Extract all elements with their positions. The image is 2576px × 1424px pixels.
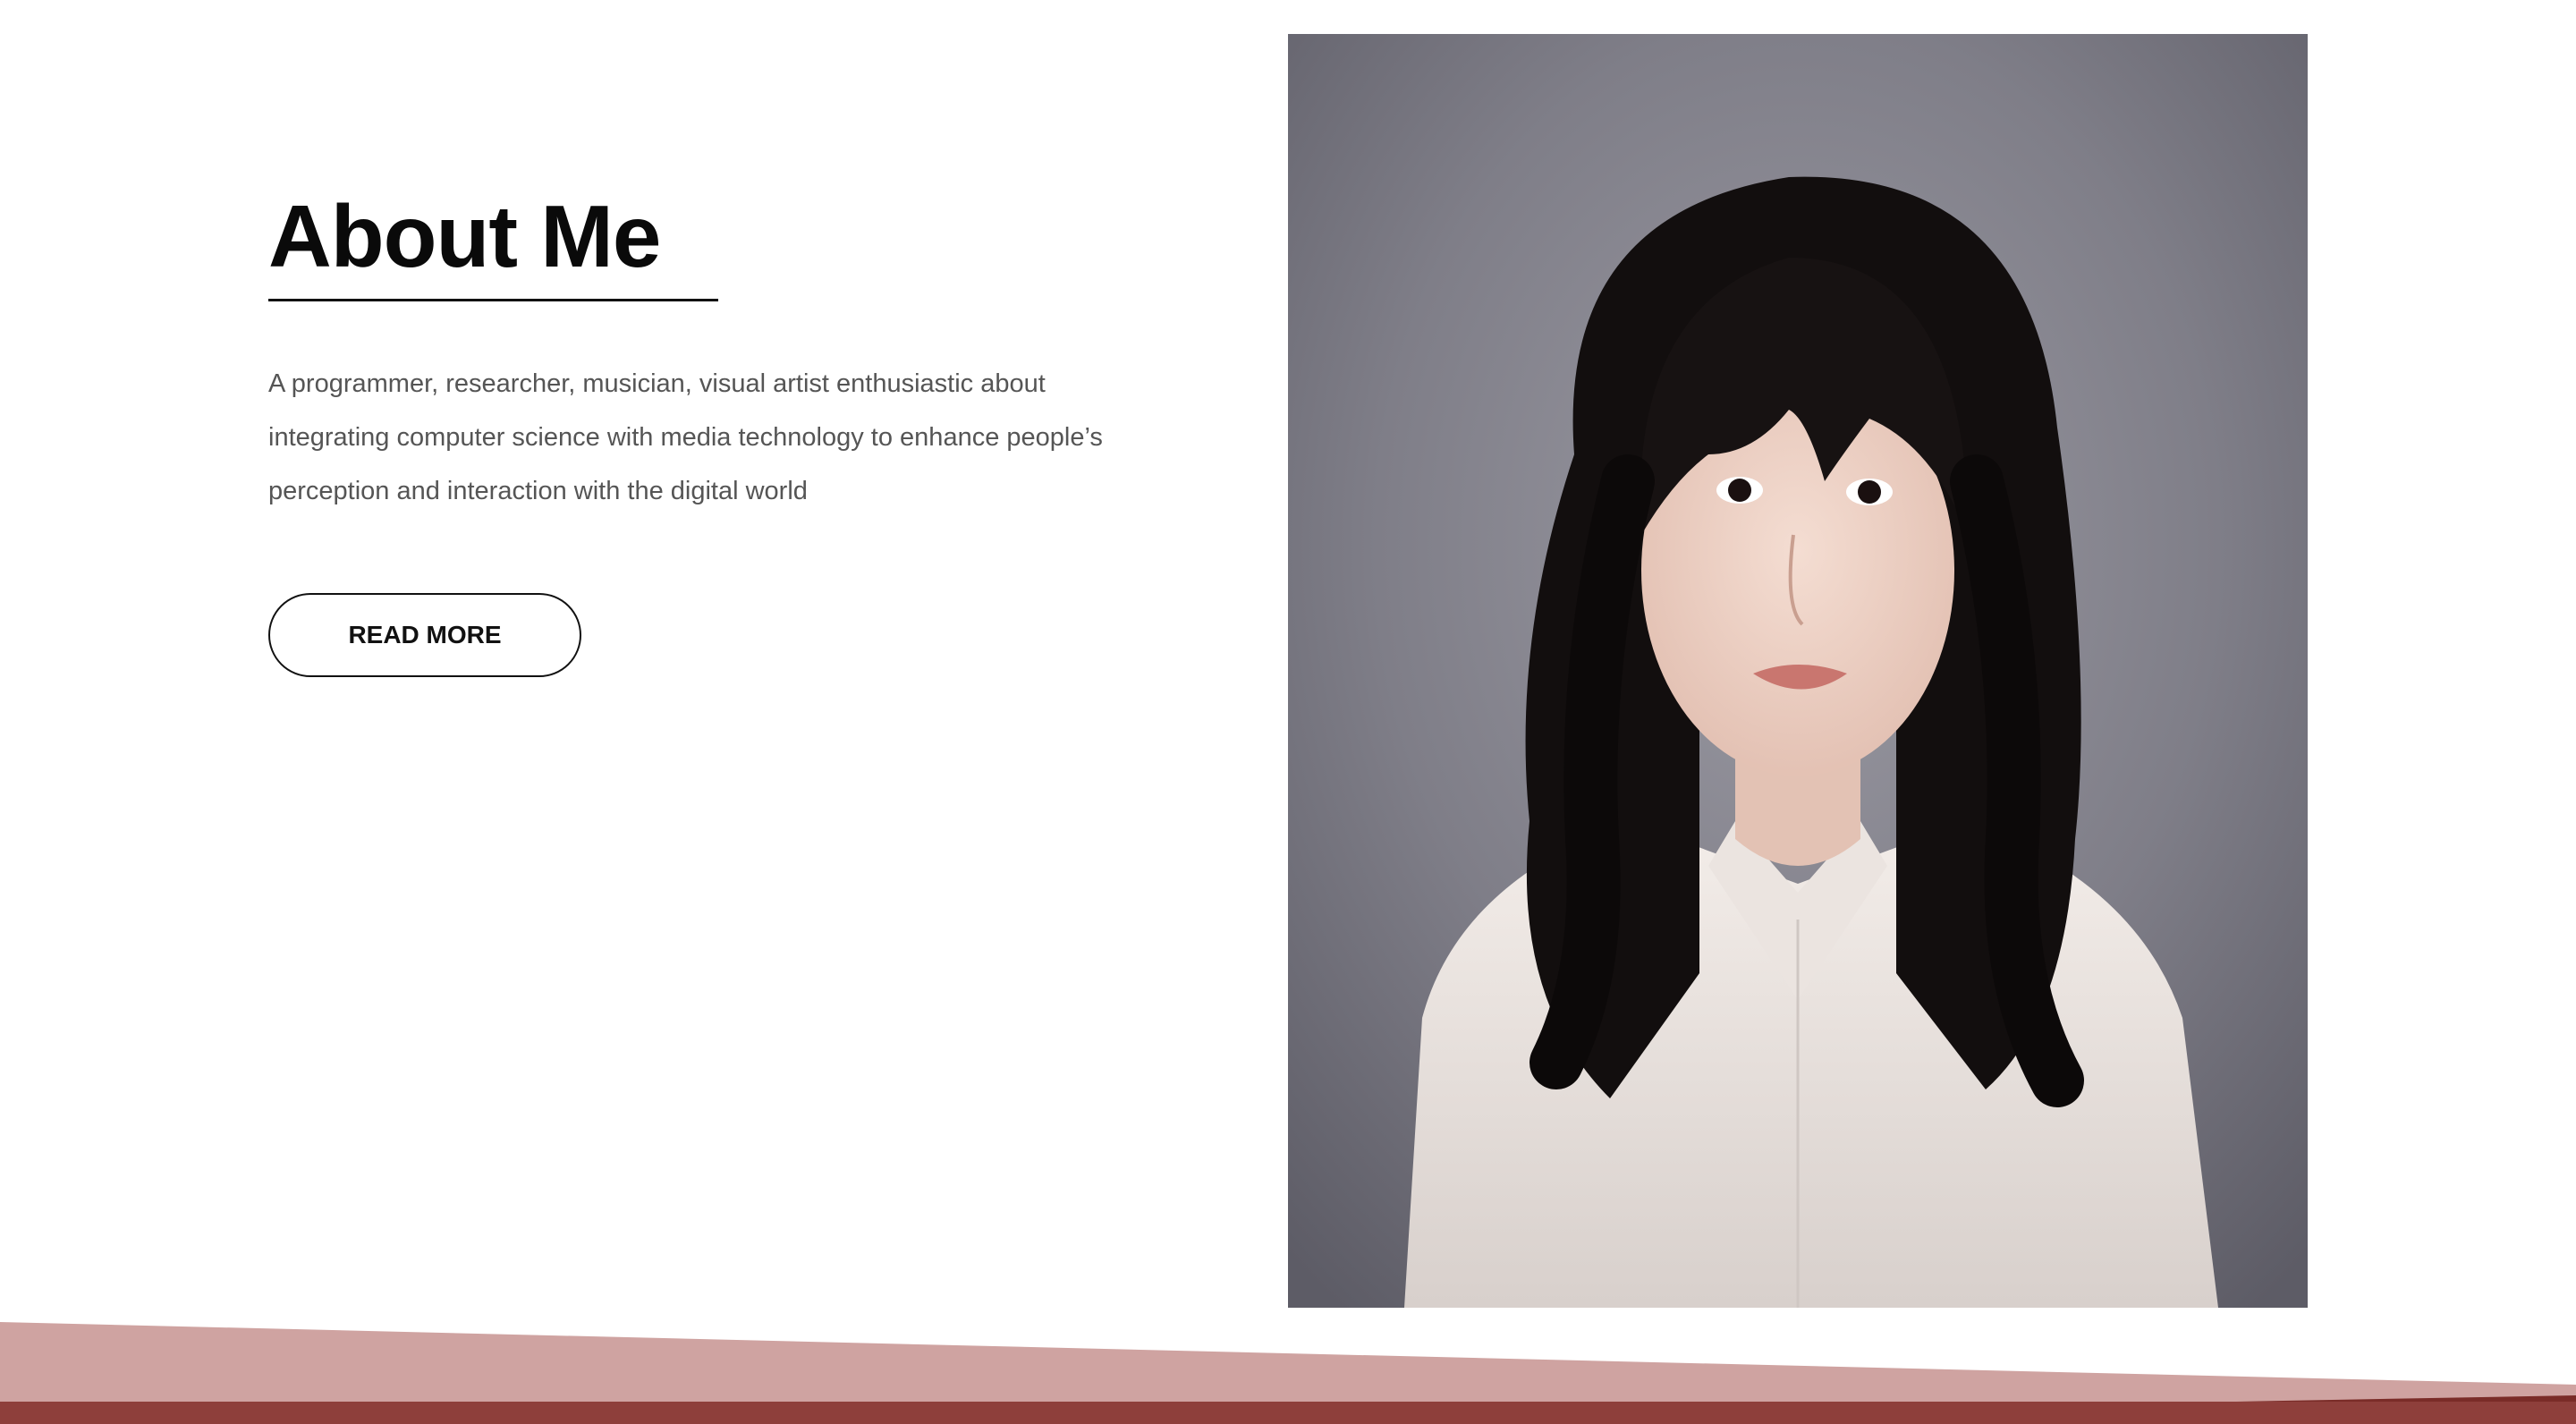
about-description: A programmer, researcher, musician, visu… [268,369,1103,505]
title-underline [268,299,718,301]
read-more-button[interactable]: READ MORE [268,593,581,677]
footer-band [0,1315,2576,1424]
about-section: About Me A programmer, researcher, music… [268,183,1145,677]
page: About Me A programmer, researcher, music… [0,0,2576,1424]
page-title: About Me [268,187,661,285]
portrait-photo [1288,34,2308,1308]
